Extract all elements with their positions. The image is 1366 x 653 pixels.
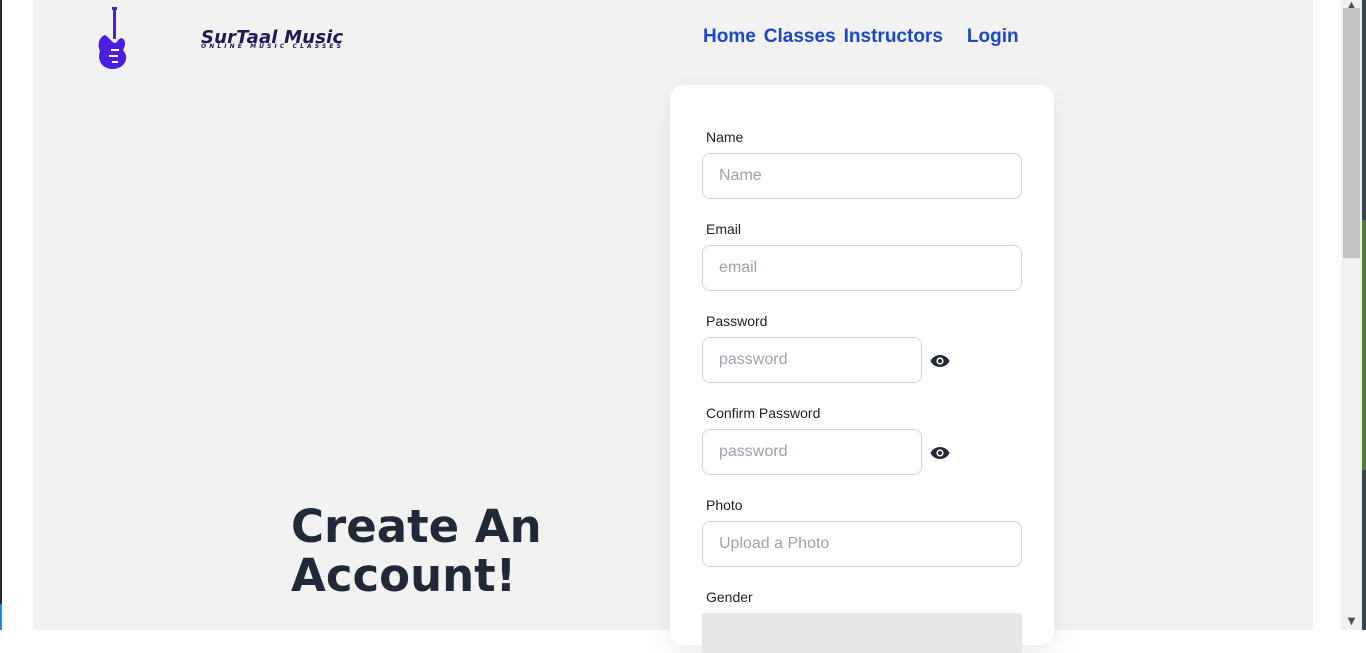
window-left-border	[0, 0, 2, 630]
email-input[interactable]	[702, 245, 1022, 291]
nav-home[interactable]: Home	[703, 26, 756, 48]
password-label: Password	[706, 313, 768, 329]
page-container: SurTaal Music ONLINE MUSIC CLASSES Home …	[33, 0, 1313, 653]
page-title-line1: Create An	[291, 500, 542, 553]
nav-classes[interactable]: Classes	[764, 26, 836, 48]
site-logo[interactable]: SurTaal Music ONLINE MUSIC CLASSES	[95, 5, 343, 71]
desktop-edge-wallpaper	[1362, 220, 1366, 470]
nav-instructors[interactable]: Instructors	[844, 26, 943, 48]
password-input[interactable]	[702, 337, 922, 383]
confirm-password-input[interactable]	[702, 429, 922, 475]
email-label: Email	[706, 221, 742, 237]
signup-form-card: Name Email Password Confirm Password Pho…	[670, 85, 1054, 653]
main-nav: Home Classes Instructors Login	[703, 26, 1027, 48]
scroll-down-arrow-icon[interactable]: ▼	[1343, 616, 1360, 628]
scrollbar-thumb[interactable]	[1343, 8, 1360, 258]
name-label: Name	[706, 129, 744, 145]
confirm-password-label: Confirm Password	[706, 405, 821, 421]
eye-icon[interactable]	[930, 354, 950, 368]
gender-label: Gender	[706, 589, 753, 605]
page-title-line2: Account!	[291, 549, 517, 602]
logo-subtitle: ONLINE MUSIC CLASSES	[201, 43, 344, 50]
eye-icon[interactable]	[930, 446, 950, 460]
photo-label: Photo	[706, 497, 743, 513]
gender-select[interactable]	[702, 613, 1022, 653]
name-input[interactable]	[702, 153, 1022, 199]
nav-login[interactable]: Login	[967, 26, 1019, 48]
guitar-icon	[98, 7, 127, 70]
page-title: Create An Account!	[291, 502, 542, 600]
photo-input[interactable]	[702, 521, 1022, 567]
window-left-accent	[0, 604, 2, 630]
